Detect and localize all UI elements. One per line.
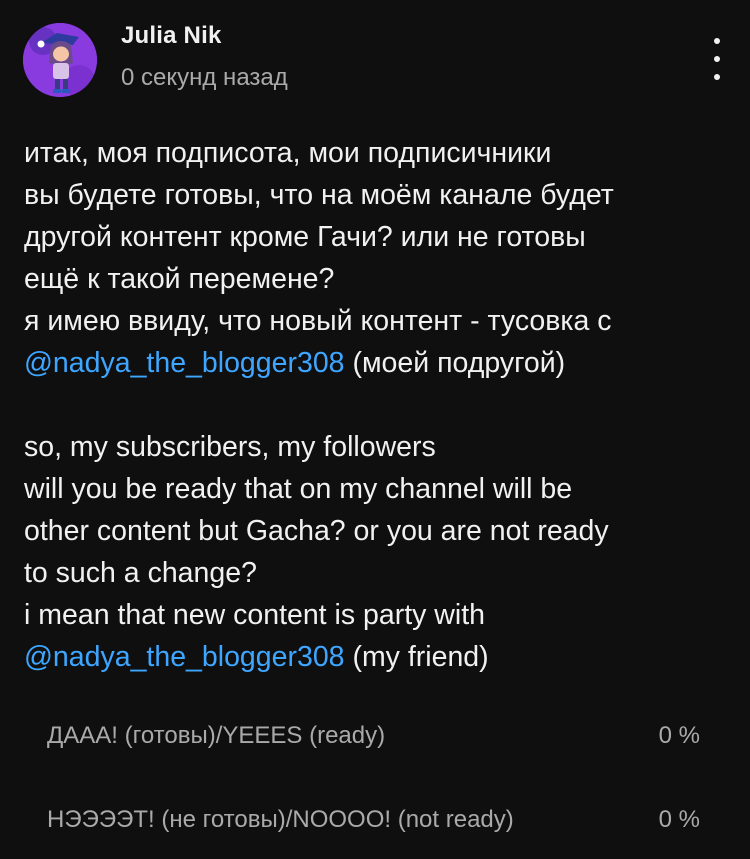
mention-suffix: (моей подругой) bbox=[344, 347, 566, 379]
text-line: вы будете готовы, что на моём канале буд… bbox=[24, 179, 614, 211]
text-line: @nadya_the_blogger308 (моей подругой) bbox=[24, 342, 734, 384]
text-line: will you be ready that on my channel wil… bbox=[24, 473, 573, 505]
text-line: итак, моя подписота, мои подписичники bbox=[24, 137, 552, 169]
text-line: другой контент кроме Гачи? или не готовы bbox=[24, 221, 586, 253]
avatar[interactable] bbox=[23, 23, 97, 97]
text-line: i mean that new content is party with bbox=[24, 599, 485, 631]
poll-option-yes[interactable]: ДААА! (готовы)/YEEES (ready) 0 % bbox=[24, 708, 724, 768]
poll-option-no[interactable]: НЭЭЭЭТ! (не готовы)/NOOOO! (not ready) 0… bbox=[24, 792, 724, 852]
menu-dot bbox=[714, 38, 720, 44]
mention-suffix: (my friend) bbox=[344, 641, 489, 673]
post-text-en: so, my subscribers, my followers will yo… bbox=[24, 426, 734, 678]
text-line: ещё к такой перемене? bbox=[24, 263, 335, 295]
text-line: @nadya_the_blogger308 (my friend) bbox=[24, 636, 734, 678]
text-line: so, my subscribers, my followers bbox=[24, 431, 436, 463]
community-post: Julia Nik 0 секунд назад итак, моя подпи… bbox=[0, 0, 750, 859]
text-line: to such a change? bbox=[24, 557, 257, 589]
mention-link[interactable]: @nadya_the_blogger308 bbox=[24, 641, 345, 673]
poll-option-percent: 0 % bbox=[658, 722, 700, 749]
menu-dot bbox=[714, 74, 720, 80]
menu-dot bbox=[714, 56, 720, 62]
post-text: итак, моя подписота, мои подписичники вы… bbox=[24, 132, 734, 678]
poll-option-label: НЭЭЭЭТ! (не готовы)/NOOOO! (not ready) bbox=[47, 806, 514, 833]
mention-link[interactable]: @nadya_the_blogger308 bbox=[24, 347, 345, 379]
text-line: я имею ввиду, что новый контент - тусовк… bbox=[24, 305, 612, 337]
more-vert-icon[interactable] bbox=[700, 38, 734, 80]
post-timestamp: 0 секунд назад bbox=[121, 64, 288, 91]
poll-option-label: ДААА! (готовы)/YEEES (ready) bbox=[47, 722, 386, 749]
text-line: other content but Gacha? or you are not … bbox=[24, 515, 609, 547]
author-name[interactable]: Julia Nik bbox=[121, 22, 222, 50]
post-text-ru: итак, моя подписота, мои подписичники вы… bbox=[24, 132, 734, 384]
avatar-image bbox=[23, 23, 97, 97]
poll-option-percent: 0 % bbox=[658, 806, 700, 833]
